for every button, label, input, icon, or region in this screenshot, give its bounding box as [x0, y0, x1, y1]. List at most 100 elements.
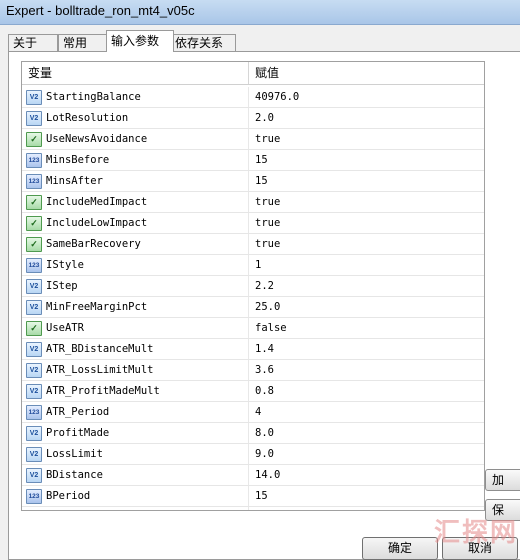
- param-name: StartingBalance: [46, 91, 141, 103]
- param-value[interactable]: true: [255, 129, 280, 149]
- param-name: ATR_Period: [46, 406, 110, 418]
- param-name: ATR_ProfitMadeMult: [46, 385, 160, 397]
- ok-button[interactable]: 确定: [362, 537, 438, 560]
- double-type-icon: V2: [26, 111, 42, 126]
- param-value[interactable]: 8.0: [255, 423, 274, 443]
- param-name: LotResolution: [46, 112, 129, 124]
- param-row[interactable]: ✓ IncludeMedImpact true: [22, 192, 484, 213]
- param-value[interactable]: true: [255, 213, 280, 233]
- column-divider: [248, 171, 249, 191]
- side-button-add[interactable]: 加: [485, 469, 520, 491]
- param-name: MinsAfter: [46, 175, 103, 187]
- param-name: IStep: [46, 280, 78, 292]
- param-row[interactable]: V2 ATR_ProfitMadeMult 0.8: [22, 381, 484, 402]
- bool-type-icon: ✓: [26, 216, 42, 231]
- param-value[interactable]: 40976.0: [255, 87, 299, 107]
- column-divider: [248, 150, 249, 170]
- column-divider: [248, 465, 249, 485]
- bool-type-icon: ✓: [26, 321, 42, 336]
- param-row[interactable]: ✓ IncludeLowImpact true: [22, 213, 484, 234]
- param-value[interactable]: 9.0: [255, 444, 274, 464]
- param-name: BPeriod: [46, 490, 91, 502]
- param-row[interactable]: ✓ UseNewsAvoidance true: [22, 129, 484, 150]
- param-name: LossLimit: [46, 448, 103, 460]
- param-value[interactable]: 25.0: [255, 297, 280, 317]
- param-value[interactable]: 0.8: [255, 381, 274, 401]
- param-name: ProfitMade: [46, 427, 110, 439]
- tab-dependencies[interactable]: 依存关系: [170, 34, 236, 52]
- watermark-logo: 汇探网: [434, 517, 519, 547]
- param-row[interactable]: V2 StartingBalance 40976.0: [22, 87, 484, 108]
- column-divider: [248, 381, 249, 401]
- param-name: IncludeLowImpact: [46, 217, 148, 229]
- bool-type-icon: ✓: [26, 195, 42, 210]
- double-type-icon: V2: [26, 468, 42, 483]
- param-value[interactable]: 15: [255, 150, 268, 170]
- param-row[interactable]: V2 ProfitMade 8.0: [22, 423, 484, 444]
- param-value[interactable]: 1.8: [255, 507, 274, 510]
- double-type-icon: V2: [26, 426, 42, 441]
- column-divider: [248, 486, 249, 506]
- param-value[interactable]: true: [255, 234, 280, 254]
- header-variable[interactable]: 变量: [28, 62, 52, 84]
- param-name: ATR_BDistanceMult: [46, 343, 154, 355]
- param-row[interactable]: V2 LossLimit 9.0: [22, 444, 484, 465]
- header-value[interactable]: 赋值: [255, 62, 279, 84]
- int-type-icon: 123: [26, 174, 42, 189]
- column-divider: [248, 444, 249, 464]
- column-divider: [248, 297, 249, 317]
- param-row[interactable]: 123 ATR_Period 4: [22, 402, 484, 423]
- tab-common[interactable]: 常用: [58, 34, 108, 52]
- double-type-icon: V2: [26, 363, 42, 378]
- param-row[interactable]: ✓ SameBarRecovery true: [22, 234, 484, 255]
- param-value[interactable]: 3.6: [255, 360, 274, 380]
- param-row[interactable]: V2 MinFreeMarginPct 25.0: [22, 297, 484, 318]
- column-divider: [248, 192, 249, 212]
- double-type-icon: V2: [26, 510, 42, 511]
- param-row[interactable]: V2 IStep 2.2: [22, 276, 484, 297]
- param-value[interactable]: 14.0: [255, 465, 280, 485]
- param-value[interactable]: true: [255, 192, 280, 212]
- param-row[interactable]: 123 IStyle 1: [22, 255, 484, 276]
- title-bar: Expert - bolltrade_ron_mt4_v05c: [0, 0, 520, 25]
- param-name: IncludeMedImpact: [46, 196, 148, 208]
- param-row[interactable]: V2 LotResolution 2.0: [22, 108, 484, 129]
- param-value[interactable]: 1.4: [255, 339, 274, 359]
- param-name: UseATR: [46, 322, 84, 334]
- param-row[interactable]: 123 BPeriod 15: [22, 486, 484, 507]
- param-value[interactable]: 2.0: [255, 108, 274, 128]
- header-divider[interactable]: [248, 62, 249, 84]
- tab-panel: 变量 赋值 V2 StartingBalance 40976.0 V2 LotResol…: [8, 51, 520, 560]
- column-divider: [248, 402, 249, 422]
- tab-about[interactable]: 关于: [8, 34, 58, 52]
- column-divider: [248, 87, 249, 107]
- param-row[interactable]: V2 Deviation 1.8: [22, 507, 484, 511]
- column-divider: [248, 507, 249, 510]
- grid-rows: V2 StartingBalance 40976.0 V2 LotResolution 2…: [22, 87, 484, 511]
- column-divider: [248, 318, 249, 338]
- inputs-grid: 变量 赋值 V2 StartingBalance 40976.0 V2 LotResol…: [21, 61, 485, 511]
- param-value[interactable]: false: [255, 318, 287, 338]
- param-name: UseNewsAvoidance: [46, 133, 148, 145]
- param-value[interactable]: 1: [255, 255, 261, 275]
- param-value[interactable]: 15: [255, 171, 268, 191]
- param-row[interactable]: ✓ UseATR false: [22, 318, 484, 339]
- param-name: ATR_LossLimitMult: [46, 364, 154, 376]
- column-divider: [248, 423, 249, 443]
- tab-inputs[interactable]: 输入参数: [106, 30, 174, 52]
- int-type-icon: 123: [26, 489, 42, 504]
- param-name: SameBarRecovery: [46, 238, 141, 250]
- param-row[interactable]: V2 ATR_LossLimitMult 3.6: [22, 360, 484, 381]
- param-row[interactable]: V2 ATR_BDistanceMult 1.4: [22, 339, 484, 360]
- int-type-icon: 123: [26, 405, 42, 420]
- column-divider: [248, 234, 249, 254]
- param-value[interactable]: 2.2: [255, 276, 274, 296]
- param-row[interactable]: 123 MinsBefore 15: [22, 150, 484, 171]
- param-row[interactable]: V2 BDistance 14.0: [22, 465, 484, 486]
- param-row[interactable]: 123 MinsAfter 15: [22, 171, 484, 192]
- bool-type-icon: ✓: [26, 132, 42, 147]
- double-type-icon: V2: [26, 90, 42, 105]
- param-value[interactable]: 4: [255, 402, 261, 422]
- param-value[interactable]: 15: [255, 486, 268, 506]
- column-divider: [248, 255, 249, 275]
